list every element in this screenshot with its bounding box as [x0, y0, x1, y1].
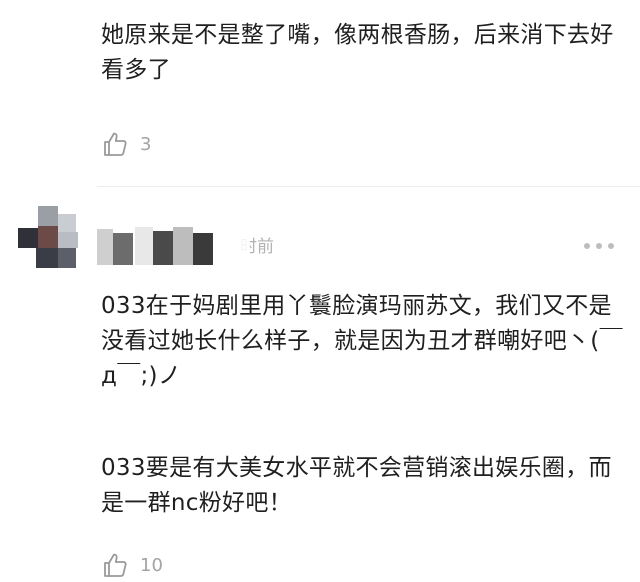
blur-mask	[238, 232, 250, 262]
comment-paragraph: 033要是有大美女水平就不会营销滚出娱乐圈，而是一群nc粉好吧！	[101, 455, 612, 516]
comment-text: 她原来是不是整了嘴，像两根香肠，后来消下去好看多了	[101, 22, 614, 83]
divider	[97, 186, 640, 187]
more-options-button[interactable]	[584, 236, 614, 256]
like-count: 10	[140, 554, 163, 576]
more-dots-icon	[584, 243, 590, 249]
like-button[interactable]: 3	[101, 127, 151, 161]
like-button[interactable]: 10	[101, 548, 163, 582]
thumbs-up-icon	[104, 132, 127, 156]
avatar[interactable]	[18, 206, 78, 268]
comment-paragraph: 033在于妈剧里用丫鬟脸演玛丽苏文，我们又不是没看过她长什么样子，就是因为丑才群…	[101, 293, 623, 389]
thumbs-up-icon	[104, 553, 127, 577]
like-count: 3	[140, 133, 152, 155]
username[interactable]	[97, 227, 215, 267]
